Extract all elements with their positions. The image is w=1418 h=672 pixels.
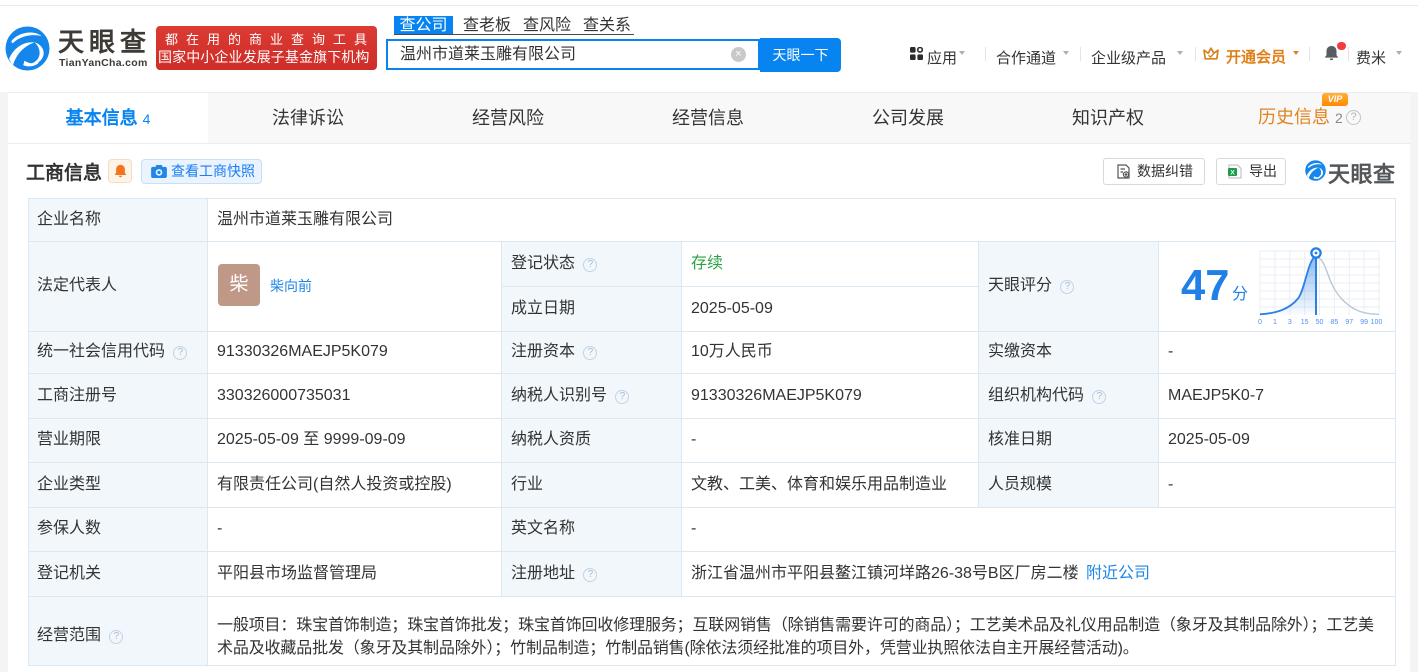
svg-text:50: 50 [1316,319,1324,326]
svg-text:3: 3 [1288,319,1292,326]
svg-text:1: 1 [1273,319,1277,326]
svg-text:100: 100 [1371,319,1382,326]
svg-text:85: 85 [1331,319,1339,326]
svg-text:X: X [1230,170,1235,177]
svg-text:99: 99 [1360,319,1368,326]
svg-text:15: 15 [1301,319,1309,326]
svg-text:0: 0 [1258,319,1262,326]
svg-text:97: 97 [1345,319,1353,326]
